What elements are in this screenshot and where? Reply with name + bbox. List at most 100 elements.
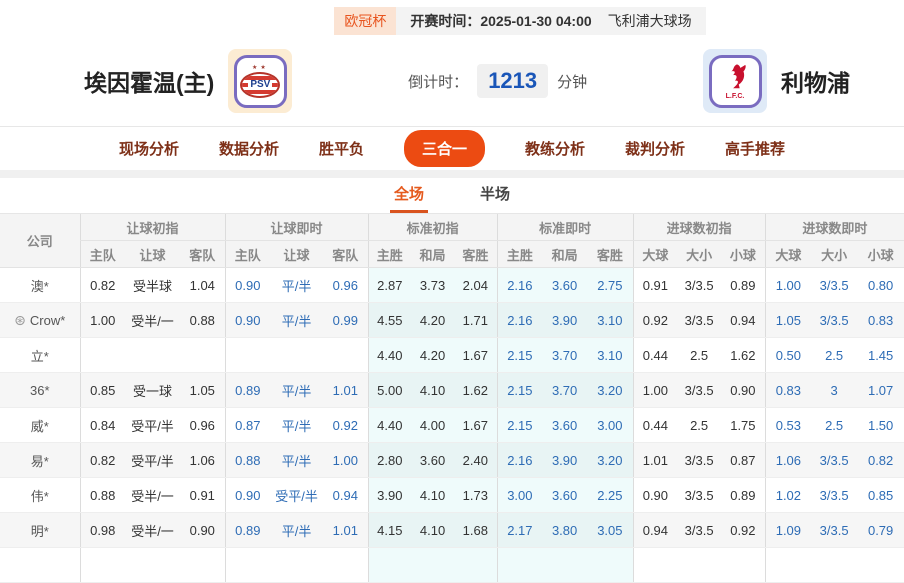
odds-cell: 0.82 bbox=[857, 442, 904, 478]
odds-cell: 0.88 bbox=[224, 442, 271, 478]
odds-cell: 0.96 bbox=[323, 267, 369, 303]
company-cell[interactable]: 立* bbox=[0, 337, 80, 373]
odds-cell: 0.80 bbox=[857, 267, 904, 303]
col-group-header-5: 进球数即时 bbox=[764, 213, 904, 241]
odds-cell: 1.00 bbox=[632, 372, 678, 408]
nav-tab-6[interactable]: 高手推荐 bbox=[725, 138, 785, 159]
lfc-logo-text: L.F.C. bbox=[725, 92, 745, 100]
odds-cell: 4.10 bbox=[411, 372, 455, 408]
odds-cell: 2.15 bbox=[496, 372, 543, 408]
odds-cell: 1.07 bbox=[857, 372, 904, 408]
odds-cell: 3.60 bbox=[542, 477, 588, 513]
company-cell[interactable]: 36* bbox=[0, 372, 80, 408]
odds-cell bbox=[180, 547, 226, 583]
odds-cell: 1.71 bbox=[454, 302, 498, 338]
odds-cell: 3.20 bbox=[587, 372, 634, 408]
nav-tab-3[interactable]: 三合一 bbox=[403, 130, 485, 167]
odds-cell: 平/半 bbox=[270, 267, 324, 303]
odds-cell: 0.88 bbox=[180, 302, 226, 338]
odds-cell: 0.94 bbox=[323, 477, 369, 513]
col-group-header-0: 让球初指 bbox=[79, 213, 226, 241]
odds-cell: 0.50 bbox=[764, 337, 812, 373]
nav-tab-5[interactable]: 裁判分析 bbox=[625, 138, 685, 159]
odds-cell: 3/3.5 bbox=[677, 267, 722, 303]
nav-tab-2[interactable]: 胜平负 bbox=[319, 138, 364, 159]
odds-cell: 4.55 bbox=[367, 302, 412, 338]
odds-cell: 3/3.5 bbox=[811, 442, 858, 478]
odds-cell: 0.88 bbox=[79, 477, 125, 513]
table-row-partial bbox=[0, 547, 904, 583]
odds-cell bbox=[125, 337, 180, 373]
odds-cell: 1.02 bbox=[764, 477, 812, 513]
odds-cell: 3.90 bbox=[367, 477, 412, 513]
odds-cell: 0.82 bbox=[79, 267, 125, 303]
nav-tab-4[interactable]: 教练分析 bbox=[525, 138, 585, 159]
col-header-company: 公司 bbox=[0, 213, 80, 268]
home-team-logo: ★★ PSV bbox=[228, 49, 293, 113]
odds-cell bbox=[224, 547, 271, 583]
odds-cell bbox=[454, 547, 498, 583]
home-team-name: 埃因霍温(主) bbox=[84, 70, 215, 96]
psv-stars: ★★ bbox=[251, 64, 269, 71]
table-row: 威* 0.84 受平/半 0.96 0.87 平/半 0.92 4.40 4.00 1.67 2.1… bbox=[0, 407, 904, 443]
company-cell[interactable]: 易* bbox=[0, 442, 80, 478]
odds-cell: 3/3.5 bbox=[811, 477, 858, 513]
col-group-header-4: 进球数初指 bbox=[632, 213, 766, 241]
company-cell[interactable]: 威* bbox=[0, 407, 80, 443]
odds-cell: 0.90 bbox=[224, 477, 271, 513]
company-cell[interactable]: 明* bbox=[0, 512, 80, 548]
odds-cell: 3.90 bbox=[542, 442, 588, 478]
odds-cell: 3.73 bbox=[411, 267, 455, 303]
odds-cell: 1.06 bbox=[180, 442, 226, 478]
table-row: 伟* 0.88 受半/一 0.91 0.90 受平/半 0.94 3.90 4.10 1.73 3.… bbox=[0, 477, 904, 513]
company-cell[interactable]: ⊛ Crow* bbox=[0, 302, 80, 338]
football-icon: ⊛ bbox=[14, 311, 26, 328]
col-subheader-4-1: 大小 bbox=[677, 240, 722, 268]
odds-cell: 3.90 bbox=[542, 302, 588, 338]
nav-tab-1[interactable]: 数据分析 bbox=[219, 138, 279, 159]
odds-cell: 受平/半 bbox=[270, 477, 324, 513]
col-subheader-5-0: 大球 bbox=[764, 240, 812, 268]
psv-logo-text: PSV bbox=[248, 78, 273, 90]
odds-cell: 2.75 bbox=[587, 267, 634, 303]
odds-cell: 4.20 bbox=[411, 337, 455, 373]
odds-cell: 3.80 bbox=[542, 512, 588, 548]
odds-cell: 0.90 bbox=[180, 512, 226, 548]
venue-name: 飞利浦大球场 bbox=[607, 12, 692, 29]
odds-cell: 2.25 bbox=[587, 477, 634, 513]
odds-cell: 2.16 bbox=[496, 442, 543, 478]
odds-cell bbox=[542, 547, 588, 583]
odds-cell: 4.10 bbox=[411, 512, 455, 548]
company-cell[interactable]: 澳* bbox=[0, 267, 80, 303]
subtab-full-match[interactable]: 全场 bbox=[389, 177, 428, 213]
odds-cell: 1.62 bbox=[454, 372, 498, 408]
odds-cell: 0.85 bbox=[857, 477, 904, 513]
odds-cell: 0.44 bbox=[632, 407, 678, 443]
countdown-unit: 分钟 bbox=[557, 73, 588, 91]
kickoff-time: 2025-01-30 04:00 bbox=[480, 12, 592, 29]
odds-cell: 1.00 bbox=[79, 302, 125, 338]
match-header: 埃因霍温(主) ★★ PSV 倒计时： 1213 分钟 L.F.C. 利物浦 bbox=[0, 36, 904, 127]
odds-cell: 1.45 bbox=[857, 337, 904, 373]
odds-cell: 平/半 bbox=[270, 302, 324, 338]
subtab-half-match[interactable]: 半场 bbox=[476, 177, 514, 213]
odds-cell: 受半球 bbox=[125, 267, 180, 303]
table-row: 36* 0.85 受一球 1.05 0.89 平/半 1.01 5.00 4.10 1.62 2.1… bbox=[0, 372, 904, 408]
countdown: 倒计时： 1213 分钟 bbox=[292, 64, 703, 98]
table-row: 易* 0.82 受平/半 1.06 0.88 平/半 1.00 2.80 3.60 2.40 2.1… bbox=[0, 442, 904, 478]
odds-cell: 0.90 bbox=[224, 267, 271, 303]
company-cell[interactable]: 伟* bbox=[0, 477, 80, 513]
odds-cell: 0.87 bbox=[224, 407, 271, 443]
nav-tab-0[interactable]: 现场分析 bbox=[119, 138, 179, 159]
odds-cell: 0.92 bbox=[632, 302, 678, 338]
col-subheader-2-1: 和局 bbox=[411, 240, 455, 268]
away-team-logo: L.F.C. bbox=[703, 49, 767, 113]
col-subheader-0-2: 客队 bbox=[180, 240, 226, 268]
odds-cell: 3/3.5 bbox=[677, 442, 722, 478]
odds-cell: 1.01 bbox=[632, 442, 678, 478]
odds-cell: 0.44 bbox=[632, 337, 678, 373]
odds-cell: 0.89 bbox=[721, 267, 766, 303]
odds-cell: 3.10 bbox=[587, 337, 634, 373]
odds-cell bbox=[125, 547, 180, 583]
odds-cell bbox=[270, 337, 324, 373]
